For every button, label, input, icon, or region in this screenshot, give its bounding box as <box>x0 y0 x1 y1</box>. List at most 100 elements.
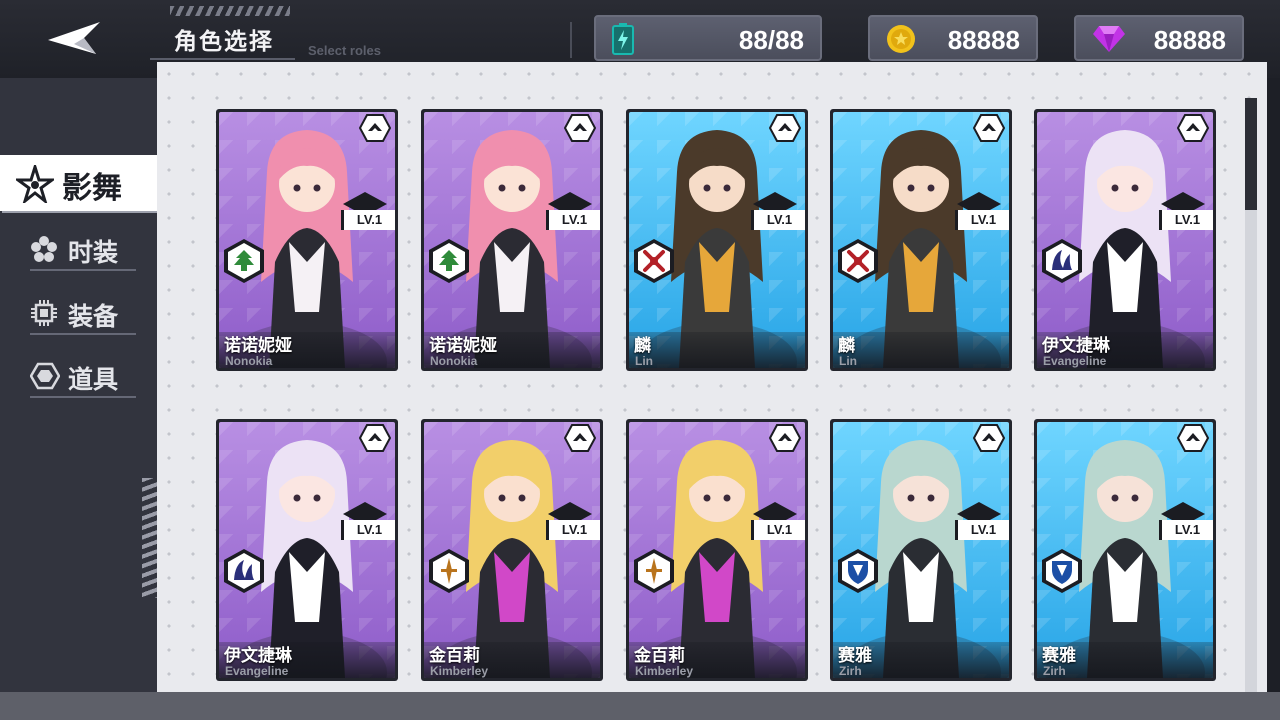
gem-value: 88888 <box>1153 25 1226 55</box>
rarity-badge-icon <box>1177 114 1209 142</box>
back-button[interactable] <box>44 18 104 58</box>
level-text: LV.1 <box>561 522 588 537</box>
bottom-strip <box>0 692 1280 720</box>
character-name: 诺诺妮娅 <box>429 336 497 356</box>
level-badge: LV.1 <box>955 520 1009 540</box>
rarity-badge-icon <box>1177 424 1209 452</box>
battery-icon <box>612 23 634 55</box>
page-subtitle: Select roles <box>308 43 381 58</box>
character-name: 麟 <box>634 336 651 356</box>
sidebar-item-label: 时装 <box>68 238 119 267</box>
level-text: LV.1 <box>1174 522 1201 537</box>
card-art: LV.1 麟 Lin <box>629 112 805 368</box>
gem-counter[interactable]: 88888 <box>1074 15 1244 61</box>
back-arrow-icon <box>48 22 100 54</box>
rarity-badge-icon <box>769 424 801 452</box>
character-name: 金百莉 <box>429 646 480 666</box>
name-band: 伊文捷琳 Evangeline <box>219 642 395 678</box>
crossed-swords-icon <box>838 239 878 283</box>
level-text: LV.1 <box>970 212 997 227</box>
crossed-swords-icon <box>634 239 674 283</box>
character-card-lin[interactable]: LV.1 麟 Lin <box>830 109 1012 371</box>
character-name-en: Kimberley <box>430 664 489 678</box>
purple-gem-icon <box>1093 26 1125 52</box>
character-name-en: Nonokia <box>430 354 478 368</box>
name-band: 伊文捷琳 Evangeline <box>1037 332 1213 368</box>
character-card-kimberley[interactable]: LV.1 金百莉 Kimberley <box>626 419 808 681</box>
dagger-icon <box>634 549 674 593</box>
sidebar-item-items[interactable]: 道具 <box>0 350 157 404</box>
name-band: 诺诺妮娅 Nonokia <box>424 332 600 368</box>
scrollbar-thumb[interactable] <box>1245 98 1257 210</box>
gold-coin-icon <box>887 25 915 53</box>
rarity-badge-icon <box>973 424 1005 452</box>
character-card-nonokia[interactable]: LV.1 诺诺妮娅 Nonokia <box>421 109 603 371</box>
level-badge: LV.1 <box>1159 210 1213 230</box>
level-badge: LV.1 <box>751 520 805 540</box>
wave-emblem-icon <box>1042 239 1082 283</box>
character-card-kimberley[interactable]: LV.1 金百莉 Kimberley <box>421 419 603 681</box>
level-badge: LV.1 <box>1159 520 1213 540</box>
character-name-en: Nonokia <box>225 354 273 368</box>
name-band: 赛雅 Zirh <box>1037 642 1213 678</box>
divider <box>30 333 136 335</box>
character-card-evangeline[interactable]: LV.1 伊文捷琳 Evangeline <box>216 419 398 681</box>
card-art: LV.1 诺诺妮娅 Nonokia <box>219 112 395 368</box>
sidebar-item-equipment[interactable]: 装备 <box>0 287 157 341</box>
name-band: 金百莉 Kimberley <box>629 642 805 678</box>
stripe-decoration <box>142 478 158 598</box>
tree-shield-icon <box>429 239 469 283</box>
character-name-en: Kimberley <box>635 664 694 678</box>
level-text: LV.1 <box>561 212 588 227</box>
card-art: LV.1 金百莉 Kimberley <box>629 422 805 678</box>
divider <box>30 396 136 398</box>
sidebar-item-fashion[interactable]: 时装 <box>0 223 157 277</box>
rarity-badge-icon <box>564 424 596 452</box>
gold-value: 88888 <box>947 25 1020 55</box>
character-card-zirh[interactable]: LV.1 赛雅 Zirh <box>830 419 1012 681</box>
character-card-nonokia[interactable]: LV.1 诺诺妮娅 Nonokia <box>216 109 398 371</box>
energy-value: 88/88 <box>738 25 804 55</box>
level-badge: LV.1 <box>751 210 805 230</box>
card-art: LV.1 诺诺妮娅 Nonokia <box>424 112 600 368</box>
gold-counter[interactable]: 88888 <box>868 15 1038 61</box>
card-art: LV.1 麟 Lin <box>833 112 1009 368</box>
character-name: 诺诺妮娅 <box>224 336 292 356</box>
character-name-en: Lin <box>839 354 857 368</box>
character-name-en: Zirh <box>839 664 862 678</box>
character-name-en: Zirh <box>1043 664 1066 678</box>
dagger-icon <box>429 549 469 593</box>
sidebar: 影舞 ›› 时装 装备 道具 <box>0 78 184 692</box>
character-name-en: Evangeline <box>225 664 289 678</box>
name-band: 诺诺妮娅 Nonokia <box>219 332 395 368</box>
character-card-evangeline[interactable]: LV.1 伊文捷琳 Evangeline <box>1034 109 1216 371</box>
character-name: 赛雅 <box>838 646 872 666</box>
rarity-badge-icon <box>769 114 801 142</box>
flower-icon <box>31 236 57 262</box>
title-plate: 角色选择 <box>150 16 295 60</box>
character-name: 麟 <box>838 336 855 356</box>
level-text: LV.1 <box>356 522 383 537</box>
card-art: LV.1 赛雅 Zirh <box>1037 422 1213 678</box>
tree-shield-icon <box>224 239 264 283</box>
level-text: LV.1 <box>356 212 383 227</box>
sidebar-item-characters[interactable]: 影舞 <box>0 155 167 211</box>
stripe-decoration <box>170 6 290 16</box>
page-title: 角色选择 <box>174 29 274 55</box>
level-badge: LV.1 <box>341 210 395 230</box>
character-name-en: Lin <box>635 354 653 368</box>
level-badge: LV.1 <box>546 520 600 540</box>
chip-icon <box>31 300 57 326</box>
character-card-zirh[interactable]: LV.1 赛雅 Zirh <box>1034 419 1216 681</box>
character-card-lin[interactable]: LV.1 麟 Lin <box>626 109 808 371</box>
level-badge: LV.1 <box>341 520 395 540</box>
scrollbar[interactable] <box>1245 98 1257 692</box>
character-name: 赛雅 <box>1042 646 1076 666</box>
character-name: 伊文捷琳 <box>1042 336 1110 356</box>
divider <box>30 269 136 271</box>
level-text: LV.1 <box>970 522 997 537</box>
energy-counter[interactable]: 88/88 <box>594 15 822 61</box>
hexagon-icon <box>30 362 60 390</box>
name-band: 金百莉 Kimberley <box>424 642 600 678</box>
card-art: LV.1 伊文捷琳 Evangeline <box>1037 112 1213 368</box>
